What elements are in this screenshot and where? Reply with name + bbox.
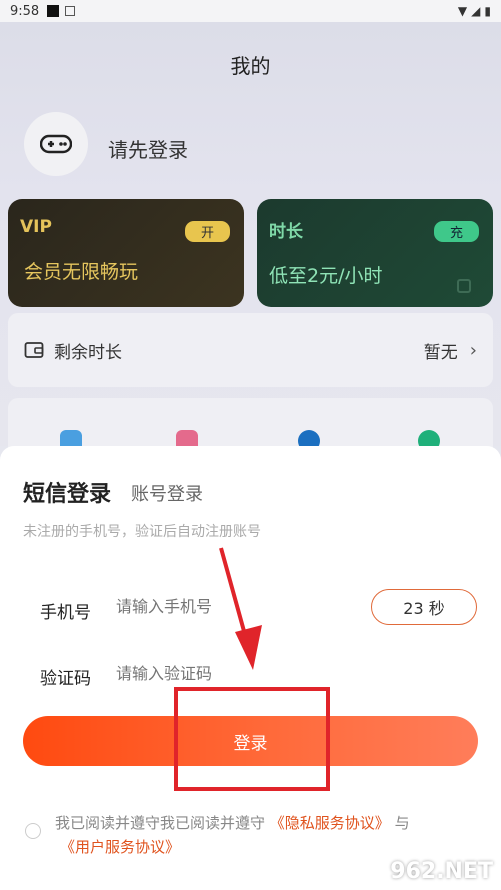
watermark-logo: 962.NET: [390, 859, 493, 884]
login-sheet: 短信登录 账号登录 未注册的手机号，验证后自动注册账号 手机号 23 秒 验证码…: [0, 446, 501, 890]
status-icons: ▼ ◢ ▮: [458, 4, 491, 18]
agreement-prefix: 我已阅读并遵守我已阅读并遵守: [55, 814, 266, 832]
verification-code-input[interactable]: [116, 664, 346, 683]
code-label: 验证码: [40, 669, 91, 689]
time-description: 低至2元/小时: [269, 265, 383, 287]
wallet-icon: [24, 342, 44, 358]
app-notification-icon: [65, 6, 76, 16]
login-prompt[interactable]: 请先登录: [108, 134, 188, 163]
tab-account-login[interactable]: 账号登录: [131, 480, 203, 506]
profile-page: 我的 请先登录 VIP 开 会员无限畅玩 时长 充 低至2元/小时 剩余时长 暂…: [0, 22, 501, 478]
tab-sms-login[interactable]: 短信登录: [23, 476, 111, 508]
register-hint: 未注册的手机号，验证后自动注册账号: [23, 524, 261, 540]
status-time: 9:58: [10, 3, 40, 19]
remaining-time-row[interactable]: 剩余时长 暂无 ›: [8, 313, 493, 387]
user-agreement-link[interactable]: 《用户服务协议》: [60, 836, 180, 857]
privacy-agreement-link[interactable]: 《隐私服务协议》: [270, 814, 390, 832]
gamepad-icon: [40, 134, 72, 154]
status-bar: 9:58 ▼ ◢ ▮: [0, 0, 501, 22]
battery-icon: ▮: [484, 4, 491, 18]
agreement-and: 与: [394, 814, 410, 832]
clock-decoration-icon: [457, 279, 471, 293]
phone-label: 手机号: [40, 603, 91, 623]
wifi-icon: ▼: [457, 4, 468, 18]
notification-icon: [47, 5, 60, 17]
vip-card[interactable]: VIP 开 会员无限畅玩: [8, 199, 244, 307]
phone-input[interactable]: [116, 597, 346, 616]
remaining-value: 暂无: [423, 342, 458, 363]
vip-description: 会员无限畅玩: [24, 261, 139, 283]
signal-icon: ◢: [471, 4, 481, 18]
chevron-right-icon: ›: [469, 339, 477, 361]
agreement-checkbox[interactable]: [25, 823, 41, 839]
time-recharge-badge[interactable]: 充: [433, 221, 479, 242]
agreement-text: 我已阅读并遵守我已阅读并遵守 《隐私服务协议》 与: [55, 810, 485, 836]
vip-open-badge[interactable]: 开: [184, 221, 230, 242]
avatar[interactable]: [24, 112, 88, 176]
time-card[interactable]: 时长 充 低至2元/小时: [257, 199, 493, 307]
remaining-label: 剩余时长: [54, 342, 122, 363]
annotation-highlight-box: [174, 687, 330, 791]
page-title: 我的: [230, 54, 271, 78]
resend-countdown-button[interactable]: 23 秒: [371, 589, 477, 625]
